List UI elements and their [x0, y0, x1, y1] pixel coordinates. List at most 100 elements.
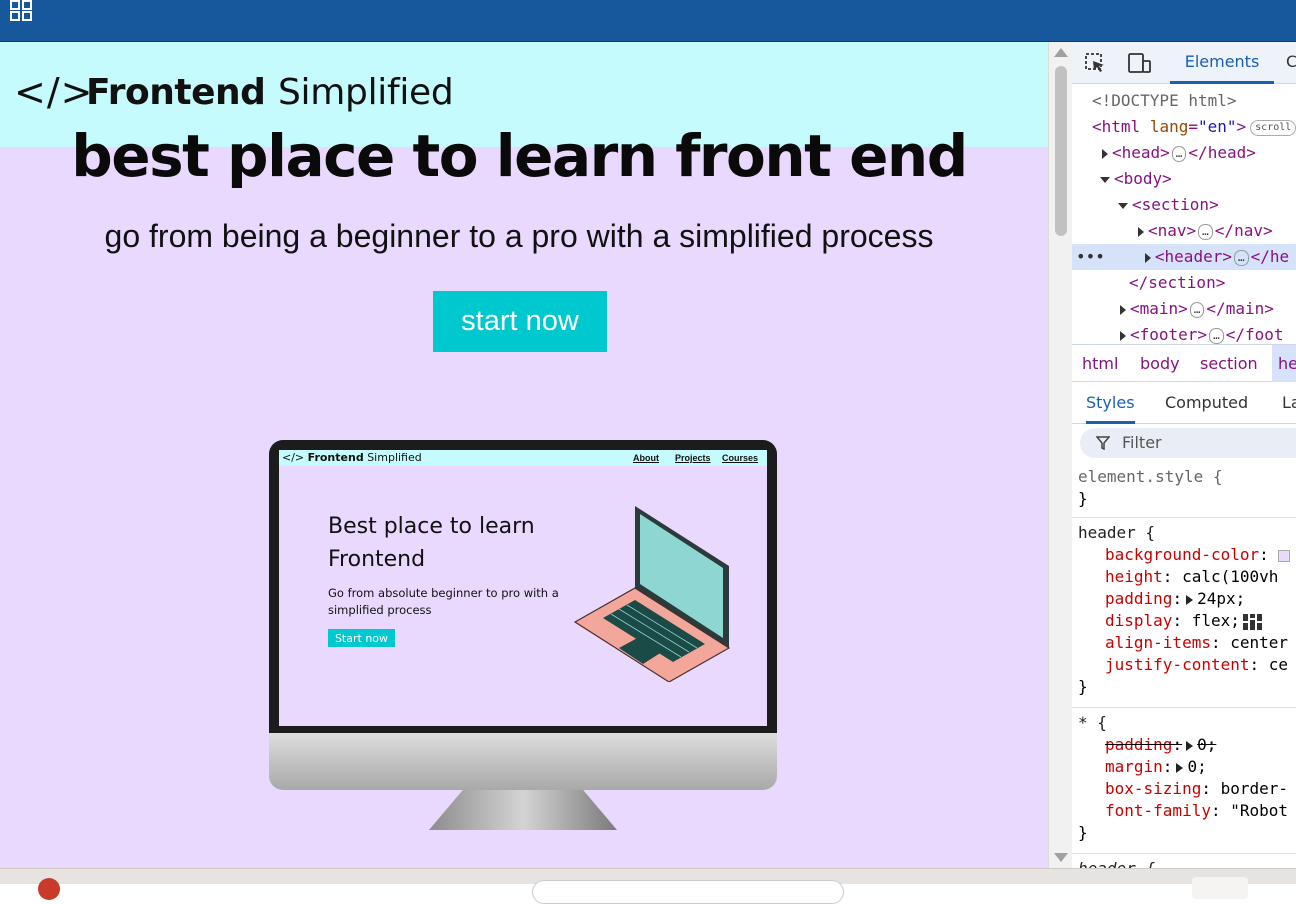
dom-node-main[interactable]: <main>… </main> — [1072, 296, 1296, 322]
section-tag: <section> — [1132, 195, 1219, 214]
dom-node-header-selected[interactable]: ••• <header>… </he — [1072, 244, 1296, 270]
close-brace: } — [1078, 823, 1088, 842]
ellipsis-badge[interactable]: … — [1233, 249, 1249, 266]
breadcrumb-section[interactable]: section — [1200, 354, 1258, 373]
device-toolbar-icon[interactable] — [1126, 52, 1152, 74]
prop-padding[interactable]: padding: 24px; — [1072, 588, 1296, 610]
head-close-tag: </head> — [1188, 143, 1256, 162]
close-brace: } — [1078, 489, 1088, 508]
scroll-badge[interactable]: scroll — [1250, 119, 1296, 136]
page-scrollbar[interactable] — [1048, 42, 1072, 868]
prop-height[interactable]: height: calc(100vh — [1072, 566, 1296, 588]
element-style-selector: element.style { — [1078, 467, 1223, 486]
dom-node-body[interactable]: <body> — [1072, 166, 1296, 192]
nav-tag: <nav> — [1148, 221, 1197, 240]
html-tag-close: > — [1236, 117, 1247, 136]
row-menu-dots[interactable]: ••• — [1076, 247, 1105, 266]
color-swatch[interactable] — [1278, 549, 1291, 562]
prop-name: background-color — [1105, 545, 1260, 564]
prop-name: display — [1105, 611, 1173, 630]
dom-node-head[interactable]: <head>… </head> — [1072, 140, 1296, 166]
expand-arrow-icon[interactable] — [1144, 252, 1151, 263]
rule-header[interactable]: header { background-color: height: calc(… — [1072, 522, 1296, 708]
laptop-illustration — [573, 506, 731, 682]
rule-universal[interactable]: * { padding: 0; margin: 0; box-sizing: bor… — [1072, 712, 1296, 854]
taskbar-tray[interactable] — [1192, 877, 1248, 899]
collapse-arrow-icon[interactable] — [1118, 202, 1128, 209]
styles-filter-input[interactable]: Filter — [1080, 428, 1296, 458]
taskbar-app-icon[interactable] — [38, 878, 60, 900]
prop-font-family[interactable]: font-family: "Robot — [1072, 800, 1296, 822]
expand-arrow-icon[interactable] — [1138, 226, 1144, 237]
prop-name: justify-content — [1105, 655, 1250, 674]
tab-computed[interactable]: Computed — [1165, 393, 1248, 412]
taskbar — [0, 868, 1296, 904]
breadcrumb-html[interactable]: html — [1082, 354, 1118, 373]
mockup-link-about: About — [633, 453, 659, 463]
tab-console-truncated[interactable]: C — [1286, 52, 1296, 71]
prop-margin[interactable]: margin: 0; — [1072, 756, 1296, 778]
dom-node-section-close[interactable]: </section> — [1072, 270, 1296, 296]
tab-layout-truncated[interactable]: La — [1282, 393, 1296, 412]
expand-arrow-icon[interactable] — [1120, 330, 1126, 341]
prop-name: align-items — [1105, 633, 1211, 652]
mockup-title: Best place to learn Frontend — [328, 514, 535, 572]
dom-node-section[interactable]: <section> — [1072, 192, 1296, 218]
grid-icon[interactable] — [10, 0, 34, 22]
universal-selector: * { — [1078, 713, 1107, 732]
footer-close-tag: </foot — [1225, 325, 1284, 344]
prop-display[interactable]: display: flex; — [1072, 610, 1296, 632]
breadcrumb-header[interactable]: he — [1272, 345, 1296, 382]
scroll-thumb[interactable] — [1055, 66, 1067, 236]
dom-node-html[interactable]: <html lang="en"> scroll — [1072, 114, 1296, 140]
inspect-icon[interactable] — [1084, 52, 1106, 74]
mockup-link-courses: Courses — [722, 453, 759, 463]
expand-arrow-icon[interactable] — [1120, 304, 1126, 315]
breadcrumb-body[interactable]: body — [1140, 354, 1180, 373]
breadcrumb: html body section he — [1072, 344, 1296, 382]
close-brace: } — [1078, 677, 1088, 696]
collapse-arrow-icon[interactable] — [1100, 176, 1110, 183]
prop-value: calc(100vh — [1182, 567, 1279, 586]
prop-padding-overridden[interactable]: padding: 0; — [1072, 734, 1296, 756]
monitor-chin — [269, 733, 777, 790]
flex-editor-icon[interactable] — [1242, 613, 1264, 631]
expand-arrow-icon[interactable] — [1102, 148, 1108, 159]
tab-elements[interactable]: Elements — [1170, 42, 1274, 84]
rule-element-style[interactable]: element.style { } — [1072, 466, 1296, 518]
prop-name: padding — [1105, 589, 1173, 608]
ellipsis-badge[interactable]: … — [1198, 223, 1213, 240]
head-tag: <head> — [1112, 143, 1170, 162]
start-now-button[interactable]: start now — [433, 291, 607, 352]
scroll-up-arrow-icon[interactable] — [1054, 48, 1068, 57]
dom-node-nav[interactable]: <nav>… </nav> — [1072, 218, 1296, 244]
ellipsis-badge[interactable]: … — [1171, 145, 1187, 162]
prop-value: flex; — [1191, 611, 1240, 630]
tab-styles[interactable]: Styles — [1086, 393, 1135, 424]
prop-box-sizing[interactable]: box-sizing: border- — [1072, 778, 1296, 800]
logo-code-icon[interactable]: </> — [14, 70, 93, 114]
prop-value: border- — [1220, 779, 1289, 798]
logo-text-light[interactable]: Simplified — [278, 72, 454, 113]
devtools-panel: Elements C <!DOCTYPE html> <html lang="e… — [1072, 42, 1296, 868]
scroll-down-arrow-icon[interactable] — [1054, 853, 1068, 862]
html-attr: lang — [1149, 117, 1189, 136]
prop-background-color[interactable]: background-color: — [1072, 544, 1296, 566]
footer-tag: <footer> — [1130, 325, 1208, 344]
mockup-nav: </> Frontend Simplified About Projects C… — [279, 450, 767, 466]
prop-justify-content[interactable]: justify-content: ce — [1072, 654, 1296, 676]
filter-placeholder: Filter — [1122, 433, 1162, 452]
expand-arrow-icon[interactable] — [1176, 762, 1184, 773]
mockup-start-button: Start now — [328, 629, 395, 647]
dom-node-doctype[interactable]: <!DOCTYPE html> — [1072, 88, 1296, 114]
ellipsis-badge[interactable]: … — [1189, 301, 1205, 318]
prop-value: center — [1230, 633, 1289, 652]
main-tag: <main> — [1130, 299, 1188, 318]
logo-text-bold[interactable]: Frontend — [86, 72, 266, 113]
expand-arrow-icon[interactable] — [1186, 594, 1194, 605]
ellipsis-badge[interactable]: … — [1209, 327, 1224, 344]
next-rule-selector[interactable]: header { — [1072, 858, 1155, 868]
expand-arrow-icon[interactable] — [1186, 740, 1194, 751]
prop-align-items[interactable]: align-items: center — [1072, 632, 1296, 654]
mockup-logo-bold: Frontend — [307, 451, 364, 464]
